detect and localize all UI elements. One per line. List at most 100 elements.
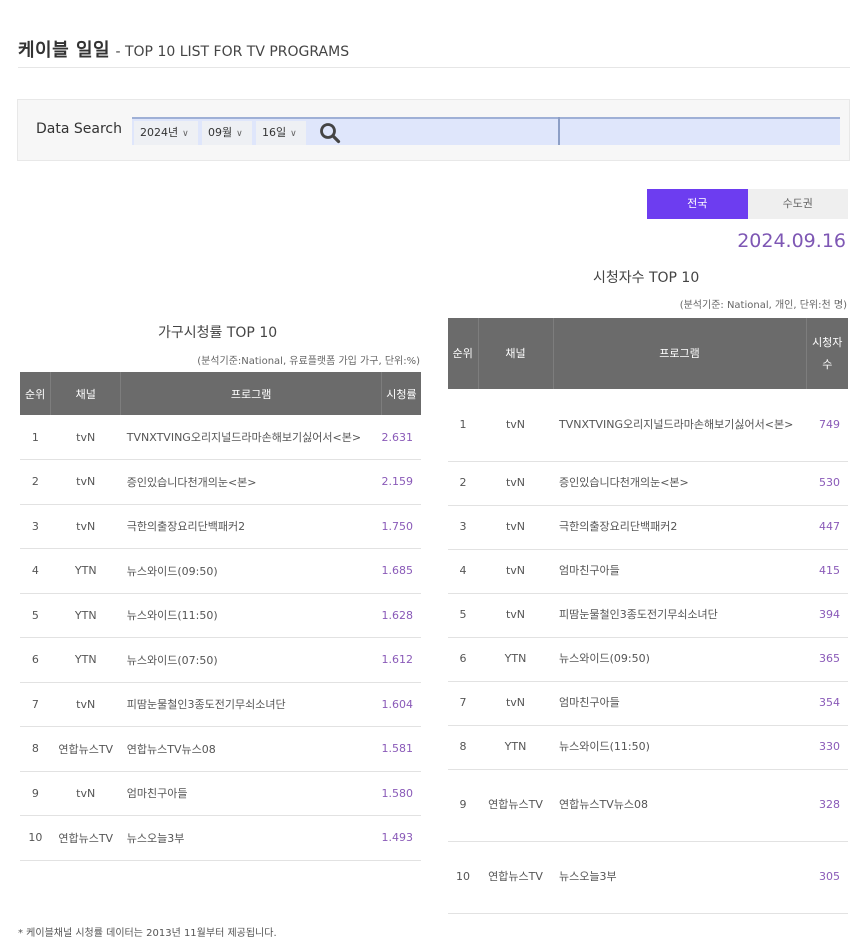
rank-cell: 7 <box>448 681 478 726</box>
page-title-korean: 케이블 일일 <box>18 40 111 61</box>
channel-cell: tvN <box>478 593 553 638</box>
page-title: 케이블 일일 - TOP 10 LIST FOR TV PROGRAMS <box>18 36 349 62</box>
rank-cell: 4 <box>20 548 51 594</box>
channel-cell: YTN <box>50 593 121 638</box>
table-header-row: 순위 채널 프로그램 시청률 <box>20 372 421 415</box>
table-row: 4 tvN 엄마친구아들 415 <box>448 549 848 594</box>
column-header-program: 프로그램 <box>120 372 382 415</box>
chevron-down-icon: ∨ <box>182 129 189 139</box>
value-cell: 1.493 <box>381 815 421 861</box>
rank-cell: 6 <box>20 637 51 683</box>
table-row: 4 YTN 뉴스와이드(09:50) 1.685 <box>20 548 421 594</box>
program-cell: 연합뉴스TV뉴스08 <box>120 726 382 772</box>
channel-cell: 연합뉴스TV <box>50 815 121 861</box>
chevron-down-icon: ∨ <box>236 129 243 139</box>
value-cell: 1.628 <box>381 593 421 638</box>
rank-cell: 6 <box>448 637 478 682</box>
channel-cell: tvN <box>478 505 553 550</box>
column-header-rating: 시청률 <box>381 372 421 415</box>
channel-cell: tvN <box>50 682 121 727</box>
table-row: 9 tvN 엄마친구아들 1.580 <box>20 771 421 816</box>
viewers-title: 시청자수 TOP 10 <box>593 270 700 286</box>
search-bar: 2024년 ∨ 09월 ∨ 16일 ∨ <box>132 117 840 145</box>
selected-date: 2024.09.16 <box>737 230 846 252</box>
table-row: 6 YTN 뉴스와이드(09:50) 365 <box>448 637 848 682</box>
value-cell: 354 <box>806 681 848 726</box>
value-cell: 1.685 <box>381 548 421 594</box>
data-search-panel: Data Search 2024년 ∨ 09월 ∨ 16일 ∨ <box>17 99 850 161</box>
channel-cell: 연합뉴스TV <box>478 769 553 842</box>
table-row: 3 tvN 극한의출장요리단백패커2 447 <box>448 505 848 550</box>
value-cell: 328 <box>806 769 848 842</box>
tab-capital-area[interactable]: 수도권 <box>747 189 848 219</box>
household-ratings-title: 가구시청률 TOP 10 <box>158 325 278 341</box>
day-value: 16일 <box>262 126 287 139</box>
program-cell: 피땀눈물철인3종도전기무쇠소녀단 <box>553 593 806 638</box>
value-cell: 2.159 <box>381 459 421 505</box>
table-row: 1 tvN TVNXTVING오리지널드라마손해보기싫어서<본> 2.631 <box>20 415 421 460</box>
table-row: 9 연합뉴스TV 연합뉴스TV뉴스08 328 <box>448 769 848 842</box>
table-row: 8 YTN 뉴스와이드(11:50) 330 <box>448 725 848 770</box>
page-title-english: - TOP 10 LIST FOR TV PROGRAMS <box>115 44 350 60</box>
value-cell: 2.631 <box>381 415 421 460</box>
value-cell: 394 <box>806 593 848 638</box>
viewers-note: (분석기준: National, 개인, 단위:천 명) <box>679 300 847 311</box>
value-cell: 530 <box>806 461 848 506</box>
rank-cell: 9 <box>448 769 478 842</box>
program-cell: 극한의출장요리단백패커2 <box>120 504 382 549</box>
month-value: 09월 <box>208 126 233 139</box>
channel-cell: tvN <box>478 389 553 462</box>
channel-cell: YTN <box>478 637 553 682</box>
program-cell: 연합뉴스TV뉴스08 <box>553 769 806 842</box>
channel-cell: 연합뉴스TV <box>50 726 121 772</box>
channel-cell: tvN <box>50 771 121 816</box>
rank-cell: 2 <box>448 461 478 506</box>
channel-cell: tvN <box>478 461 553 506</box>
region-tabs: 전국 수도권 <box>647 189 848 219</box>
table-row: 10 연합뉴스TV 뉴스오늘3부 1.493 <box>20 815 421 861</box>
column-header-rank: 순위 <box>20 372 52 415</box>
column-header-channel: 채널 <box>50 372 122 415</box>
rank-cell: 1 <box>20 415 51 460</box>
rank-cell: 1 <box>448 389 478 462</box>
year-select[interactable]: 2024년 ∨ <box>134 121 198 145</box>
program-cell: TVNXTVING오리지널드라마손해보기싫어서<본> <box>120 415 382 460</box>
table-row: 10 연합뉴스TV 뉴스오늘3부 305 <box>448 841 848 914</box>
rank-cell: 3 <box>20 504 51 549</box>
table-row: 2 tvN 증인있습니다천개의눈<본> 2.159 <box>20 459 421 505</box>
channel-cell: tvN <box>50 504 121 549</box>
rank-cell: 7 <box>20 682 51 727</box>
program-cell: 증인있습니다천개의눈<본> <box>553 461 806 506</box>
channel-cell: YTN <box>50 548 121 594</box>
channel-cell: tvN <box>50 415 121 460</box>
program-cell: 뉴스와이드(09:50) <box>553 637 806 682</box>
table-row: 2 tvN 증인있습니다천개의눈<본> 530 <box>448 461 848 506</box>
program-cell: 극한의출장요리단백패커2 <box>553 505 806 550</box>
channel-cell: tvN <box>478 549 553 594</box>
program-cell: 뉴스와이드(11:50) <box>553 725 806 770</box>
rank-cell: 8 <box>20 726 51 772</box>
table-row: 7 tvN 피땀눈물철인3종도전기무쇠소녀단 1.604 <box>20 682 421 727</box>
day-select[interactable]: 16일 ∨ <box>256 121 306 145</box>
column-header-channel: 채널 <box>478 318 554 389</box>
rank-cell: 4 <box>448 549 478 594</box>
value-cell: 749 <box>806 389 848 462</box>
column-header-viewers: 시청자수 <box>806 318 848 389</box>
column-header-program: 프로그램 <box>553 318 807 389</box>
rank-cell: 5 <box>448 593 478 638</box>
table-row: 8 연합뉴스TV 연합뉴스TV뉴스08 1.581 <box>20 726 421 772</box>
month-select[interactable]: 09월 ∨ <box>202 121 252 145</box>
value-cell: 1.612 <box>381 637 421 683</box>
tab-nationwide[interactable]: 전국 <box>647 189 748 219</box>
channel-cell: 연합뉴스TV <box>478 841 553 914</box>
table-header-row: 순위 채널 프로그램 시청자수 <box>448 318 848 389</box>
program-cell: 피땀눈물철인3종도전기무쇠소녀단 <box>120 682 382 727</box>
channel-cell: tvN <box>50 459 121 505</box>
channel-cell: tvN <box>478 681 553 726</box>
value-cell: 1.581 <box>381 726 421 772</box>
footnote: * 케이블채널 시청률 데이터는 2013년 11월부터 제공됩니다. <box>18 928 277 939</box>
rank-cell: 10 <box>448 841 478 914</box>
search-icon[interactable] <box>318 121 342 145</box>
search-bar-divider <box>558 117 560 145</box>
chevron-down-icon: ∨ <box>290 129 297 139</box>
